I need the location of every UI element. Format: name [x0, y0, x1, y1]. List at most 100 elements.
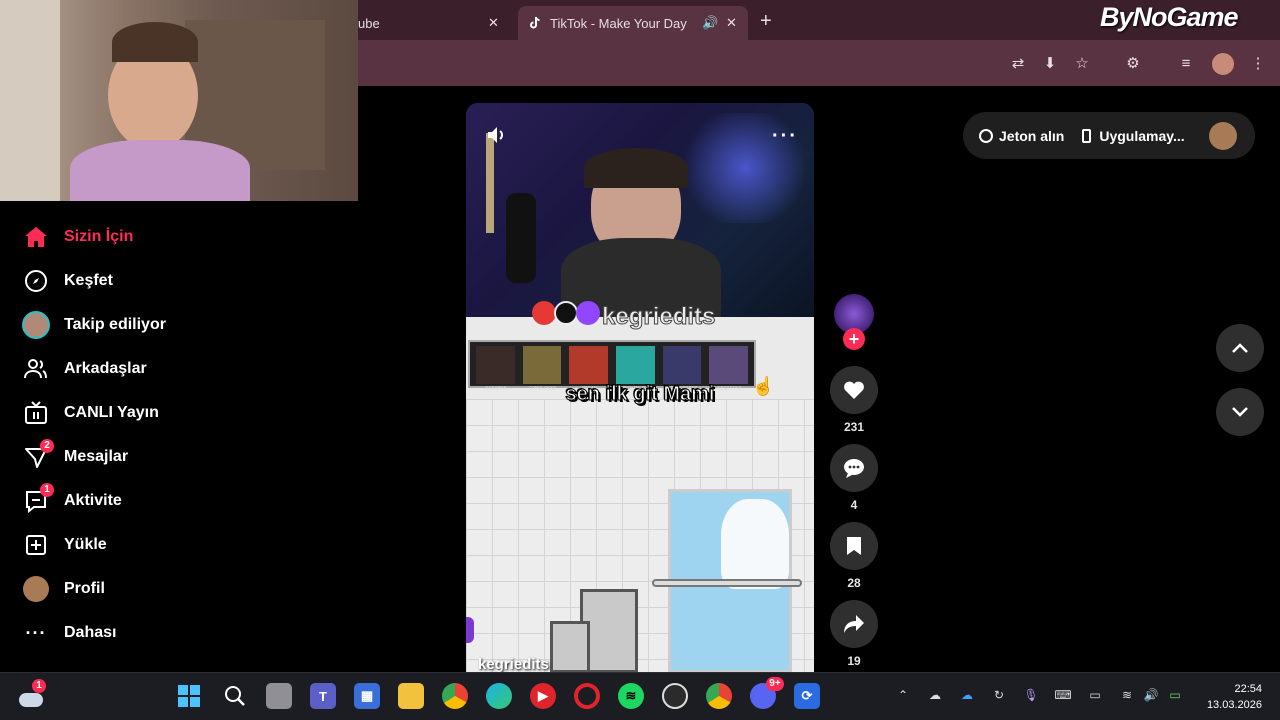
- get-app-link[interactable]: Uygulamay...: [1099, 128, 1184, 144]
- microphone: [506, 193, 536, 283]
- sync-icon[interactable]: ↻: [990, 688, 1008, 704]
- tab-tiktok[interactable]: TikTok - Make Your Day 🔊 ✕: [518, 6, 748, 40]
- sidebar-item-messages[interactable]: 2 Mesajlar: [22, 439, 129, 469]
- sidebar-item-label: Takip ediliyor: [64, 316, 166, 333]
- character-card: COMOLOKKO: [522, 346, 562, 392]
- profile-avatar: [22, 576, 50, 602]
- tiktok-icon: [530, 16, 540, 29]
- messages-badge: 2: [40, 439, 54, 453]
- volume-icon[interactable]: 🔊: [1142, 688, 1160, 704]
- sidebar-item-live[interactable]: CANLI Yayın: [22, 401, 159, 425]
- get-coins-link[interactable]: Jeton alın: [999, 128, 1064, 144]
- display-icon[interactable]: ▭: [1086, 688, 1104, 704]
- search-button[interactable]: [222, 683, 248, 709]
- sidebar-item-more[interactable]: ··· Dahası: [22, 621, 117, 645]
- sidebar-item-label: Mesajlar: [64, 448, 129, 465]
- sidebar-item-for-you[interactable]: Sizin İçin: [22, 225, 133, 249]
- follow-plus-icon[interactable]: +: [843, 328, 865, 350]
- game-stairs: [550, 621, 590, 673]
- compass-icon: [22, 269, 50, 293]
- opera-icon[interactable]: [574, 683, 600, 709]
- curtain: [0, 0, 60, 201]
- weather-badge: 1: [32, 679, 46, 693]
- weather-cloud-icon: [19, 693, 43, 707]
- extensions-icon[interactable]: ⚙: [1123, 54, 1143, 74]
- kick-icon: [576, 301, 600, 325]
- media-player-icon[interactable]: ▶: [530, 683, 556, 709]
- new-tab-button[interactable]: +: [760, 10, 772, 33]
- vpn-icon[interactable]: ☁: [926, 688, 944, 704]
- tab-label: TikTok - Make Your Day: [550, 15, 687, 31]
- like-count: 231: [843, 420, 865, 434]
- streamer-shirt: [70, 140, 250, 201]
- tab-label: ube: [358, 15, 380, 31]
- sidebar-item-activity[interactable]: 1 Aktivite: [22, 483, 122, 513]
- close-icon[interactable]: ✕: [488, 15, 499, 31]
- game-scene: [466, 399, 814, 673]
- battery-icon[interactable]: ▭: [1166, 688, 1184, 704]
- taskbar-clock[interactable]: 22:54 13.03.2026: [1196, 681, 1262, 713]
- video-streamer-scene: [466, 103, 814, 318]
- edge-icon[interactable]: [486, 683, 512, 709]
- profile-avatar[interactable]: [1212, 53, 1234, 75]
- sidebar-item-explore[interactable]: Keşfet: [22, 269, 113, 293]
- previous-video-button[interactable]: [1216, 324, 1264, 372]
- youtube-icon: [532, 301, 556, 325]
- discord-icon[interactable]: 9+: [750, 677, 784, 709]
- teams-icon[interactable]: T: [310, 683, 336, 709]
- game-character: [466, 617, 474, 643]
- coin-icon: [979, 128, 993, 143]
- spotify-icon[interactable]: ≋: [618, 683, 644, 709]
- wifi-icon[interactable]: ≋: [1118, 688, 1136, 704]
- keyboard-icon[interactable]: ⌨: [1054, 688, 1072, 704]
- file-explorer-icon[interactable]: [398, 683, 424, 709]
- streamer-hair: [584, 148, 688, 188]
- game-platform: [652, 579, 802, 587]
- sidebar-item-label: Keşfet: [64, 272, 113, 289]
- start-button[interactable]: [176, 683, 202, 709]
- phone-icon: [1082, 128, 1092, 143]
- tab-youtube[interactable]: ube ✕: [358, 6, 518, 40]
- video-author[interactable]: kegriedits: [478, 656, 549, 673]
- webcam-overlay: [0, 0, 358, 201]
- sidebar-item-upload[interactable]: Yükle: [22, 533, 107, 557]
- menu-kebab-icon[interactable]: ⋮: [1248, 54, 1268, 74]
- user-avatar[interactable]: [1209, 121, 1237, 150]
- discord-badge: 9+: [766, 677, 784, 691]
- sidebar-item-following[interactable]: Takip ediliyor: [22, 311, 166, 339]
- comment-button[interactable]: [830, 444, 878, 492]
- media-control-icon[interactable]: ≡: [1176, 54, 1196, 74]
- translate-icon[interactable]: ⇄: [1008, 54, 1028, 74]
- sidebar-item-friends[interactable]: Arkadaşlar: [22, 357, 147, 381]
- sidebar-item-label: Profil: [64, 580, 105, 597]
- chevron-up-icon[interactable]: ⌃: [894, 688, 912, 704]
- sidebar-item-profile[interactable]: Profil: [22, 576, 105, 602]
- speaker-icon[interactable]: 🔊: [702, 15, 718, 31]
- bookmark-star-icon[interactable]: ☆: [1072, 54, 1092, 74]
- chrome-profile-icon[interactable]: [706, 683, 732, 709]
- next-video-button[interactable]: [1216, 388, 1264, 436]
- volume-icon[interactable]: [486, 125, 508, 150]
- share-button[interactable]: [830, 600, 878, 648]
- activity-icon: 1: [22, 483, 54, 513]
- character-card: TRIELBAENA: [662, 346, 702, 392]
- chrome-icon[interactable]: [442, 683, 468, 709]
- live-tv-icon: [22, 401, 50, 425]
- sidebar-item-label: Dahası: [64, 624, 117, 641]
- microphone-icon[interactable]: 🎙: [1022, 688, 1040, 704]
- close-icon[interactable]: ✕: [726, 15, 737, 31]
- more-options-icon[interactable]: ···: [772, 125, 798, 148]
- chevron-down-icon: [1232, 407, 1248, 417]
- install-icon[interactable]: ⬇: [1040, 54, 1060, 74]
- windows-logo-icon: [178, 685, 200, 707]
- network-app-icon[interactable]: ⟳: [794, 683, 820, 709]
- like-button[interactable]: [830, 366, 878, 414]
- weather-widget[interactable]: 1: [18, 679, 46, 709]
- clock-time: 22:54: [1234, 683, 1262, 695]
- obs-icon[interactable]: [662, 683, 688, 709]
- store-icon[interactable]: ▦: [354, 683, 380, 709]
- task-view-icon[interactable]: [266, 683, 292, 709]
- onedrive-icon[interactable]: ☁: [958, 688, 976, 704]
- save-button[interactable]: [830, 522, 878, 570]
- streamer-hair: [112, 22, 198, 62]
